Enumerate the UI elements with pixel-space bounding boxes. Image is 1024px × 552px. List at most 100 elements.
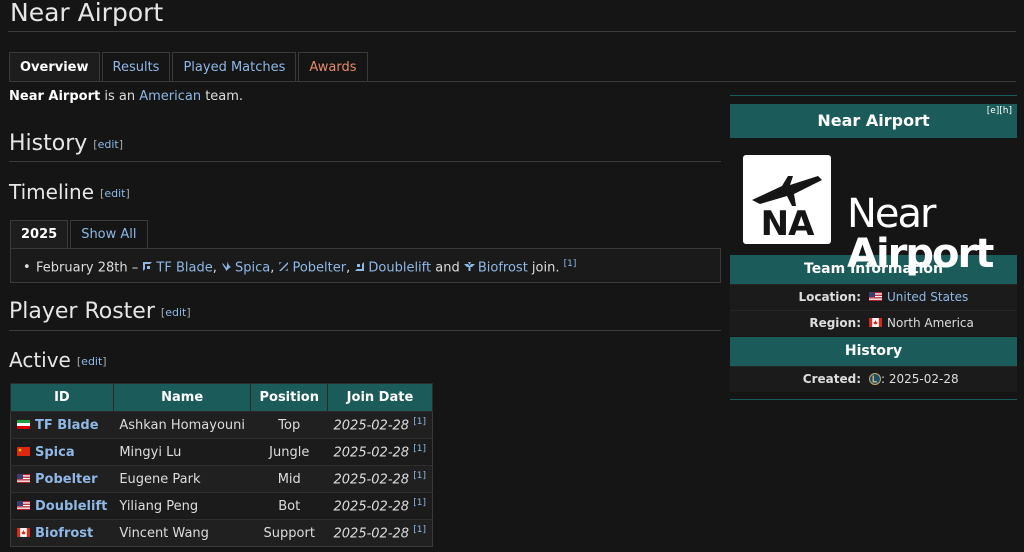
history-header: History <box>730 337 1017 366</box>
col-id: ID <box>10 383 114 412</box>
join-ref[interactable]: [1] <box>413 525 426 535</box>
infobox-top-rule <box>730 95 1017 96</box>
join-ref[interactable]: [1] <box>413 498 426 508</box>
timeline-ref[interactable]: [1] <box>564 259 577 269</box>
player-link-pobelter[interactable]: Pobelter <box>35 472 97 487</box>
intro-end: team. <box>201 89 244 104</box>
team-infobox: Near Airport [e][h] NA Near Airport Team… <box>730 95 1017 400</box>
usa-flag-icon <box>17 473 30 483</box>
player-id-cell: Doublelift <box>10 492 114 520</box>
timeline-title: Timeline <box>9 180 95 204</box>
team-logo: NA Near Airport <box>730 138 1017 274</box>
player-link-tf-blade[interactable]: TF Blade <box>35 418 99 433</box>
join-date: 2025-02-28 <box>333 445 410 461</box>
sep: , <box>270 260 279 276</box>
title-divider <box>8 31 1016 32</box>
join-date: 2025-02-28 <box>333 472 410 488</box>
location-value-cell: United States <box>869 285 1017 310</box>
sep: , <box>346 260 355 276</box>
timeline-tabs: 2025 Show All <box>10 220 150 248</box>
jungle-role-icon <box>221 261 231 272</box>
usa-flag-icon <box>17 500 30 510</box>
player-name: Eugene Park <box>113 465 251 493</box>
join: join. <box>527 260 564 276</box>
intro-text: Near Airport is an American team. <box>9 89 243 104</box>
tabs-divider <box>9 81 1016 82</box>
player-link-spica[interactable]: Spica <box>35 445 75 460</box>
join-date: 2025-02-28 <box>333 418 410 434</box>
table-row: Spica Mingyi Lu Jungle 2025-02-28 [1] <box>10 438 433 466</box>
join-date-cell: 2025-02-28 [1] <box>327 465 433 493</box>
logo-line-1: Near <box>847 191 936 237</box>
location-row: Location: United States <box>730 284 1017 310</box>
support-role-icon <box>463 262 475 272</box>
logo-line-2: Airport <box>847 231 994 277</box>
timeline-player-spica[interactable]: Spica <box>235 260 270 275</box>
roster-edit-link[interactable]: edit <box>161 306 191 319</box>
timeline-player-doublelift[interactable]: Doublelift <box>368 260 431 275</box>
intro-team-name: Near Airport <box>9 89 101 104</box>
history-edit-link[interactable]: edit <box>93 138 123 151</box>
created-value: : 2025-02-28 <box>881 372 959 386</box>
history-title: History <box>9 131 88 156</box>
timeline-tab-2025[interactable]: 2025 <box>10 220 69 248</box>
timeline-date: February 28th <box>36 260 128 276</box>
timeline-tab-show-all[interactable]: Show All <box>70 220 148 248</box>
player-name: Vincent Wang <box>113 519 251 547</box>
roster-table: ID Name Position Join Date TF Blade Ashk… <box>10 383 433 547</box>
active-edit-link[interactable]: edit <box>77 355 107 368</box>
roster-heading: Player Roster edit <box>9 299 191 324</box>
china-flag-icon <box>17 446 30 456</box>
canada-flag-icon <box>17 527 30 537</box>
bullet-icon: • <box>23 260 31 275</box>
player-position: Bot <box>250 492 328 520</box>
usa-flag-icon <box>869 292 882 301</box>
created-value-cell: : 2025-02-28 <box>869 367 1017 392</box>
league-of-legends-icon <box>869 373 881 385</box>
north-america-flag-icon <box>869 318 882 327</box>
roster-title: Player Roster <box>9 299 155 324</box>
table-row: Doublelift Yiliang Peng Bot 2025-02-28 [… <box>10 492 433 520</box>
intro-mid: is an <box>100 89 140 104</box>
player-link-doublelift[interactable]: Doublelift <box>35 499 107 514</box>
mid-role-icon <box>279 262 289 272</box>
timeline-edit-link[interactable]: edit <box>100 187 130 200</box>
table-row: TF Blade Ashkan Homayouni Top 2025-02-28… <box>10 411 433 439</box>
col-join-date: Join Date <box>327 383 433 412</box>
infobox-edit-links[interactable]: [e][h] <box>987 94 1012 128</box>
player-link-biofrost[interactable]: Biofrost <box>35 526 93 541</box>
player-position: Mid <box>250 465 328 493</box>
timeline-player-biofrost[interactable]: Biofrost <box>478 260 528 275</box>
timeline-player-pobelter[interactable]: Pobelter <box>292 260 346 275</box>
player-id-cell: Spica <box>10 438 114 466</box>
iran-flag-icon <box>17 419 30 429</box>
player-name: Mingyi Lu <box>113 438 251 466</box>
infobox-title: Near Airport [e][h] <box>730 104 1017 138</box>
join-ref[interactable]: [1] <box>413 417 426 427</box>
player-id-cell: TF Blade <box>10 411 114 439</box>
player-position: Top <box>250 411 328 439</box>
col-name: Name <box>112 383 252 412</box>
join-ref[interactable]: [1] <box>413 471 426 481</box>
tab-awards[interactable]: Awards <box>298 52 368 81</box>
tab-overview[interactable]: Overview <box>9 52 100 81</box>
tab-results[interactable]: Results <box>101 52 171 81</box>
join-date-cell: 2025-02-28 [1] <box>327 492 433 520</box>
region-label: Region: <box>809 316 861 330</box>
active-heading: Active edit <box>9 348 107 372</box>
join-date: 2025-02-28 <box>333 526 410 542</box>
intro-american-link[interactable]: American <box>139 89 201 104</box>
join-date-cell: 2025-02-28 [1] <box>327 519 433 547</box>
timeline-heading: Timeline edit <box>9 180 130 204</box>
location-link[interactable]: United States <box>887 290 968 304</box>
infobox-team-name: Near Airport <box>817 111 930 130</box>
player-id-cell: Pobelter <box>10 465 114 493</box>
roster-divider <box>9 330 721 331</box>
active-title: Active <box>9 348 71 372</box>
timeline-player-tf-blade[interactable]: TF Blade <box>156 260 212 275</box>
page-title: Near Airport <box>10 0 164 27</box>
roster-header-row: ID Name Position Join Date <box>10 383 433 412</box>
tab-played-matches[interactable]: Played Matches <box>172 52 297 81</box>
join-ref[interactable]: [1] <box>413 444 426 454</box>
join-date-cell: 2025-02-28 [1] <box>327 438 433 466</box>
